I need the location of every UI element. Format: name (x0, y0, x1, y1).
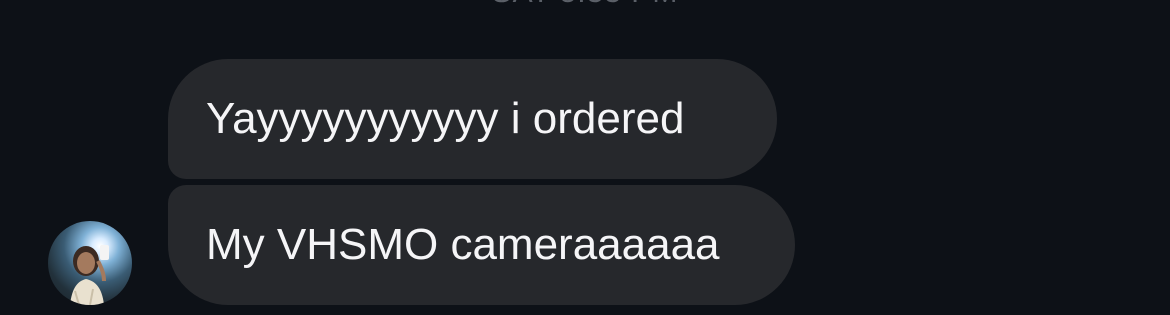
message-bubble[interactable]: My VHSMO cameraaaaaa (168, 185, 795, 305)
message-timestamp: SAT 5:33 PM (0, 0, 1170, 10)
incoming-message-group: Yayyyyyyyyyyy i ordered My VHSMO cameraa… (168, 59, 795, 305)
sender-avatar[interactable] (48, 221, 132, 305)
message-bubble[interactable]: Yayyyyyyyyyyy i ordered (168, 59, 777, 179)
profile-photo-icon (70, 245, 109, 305)
